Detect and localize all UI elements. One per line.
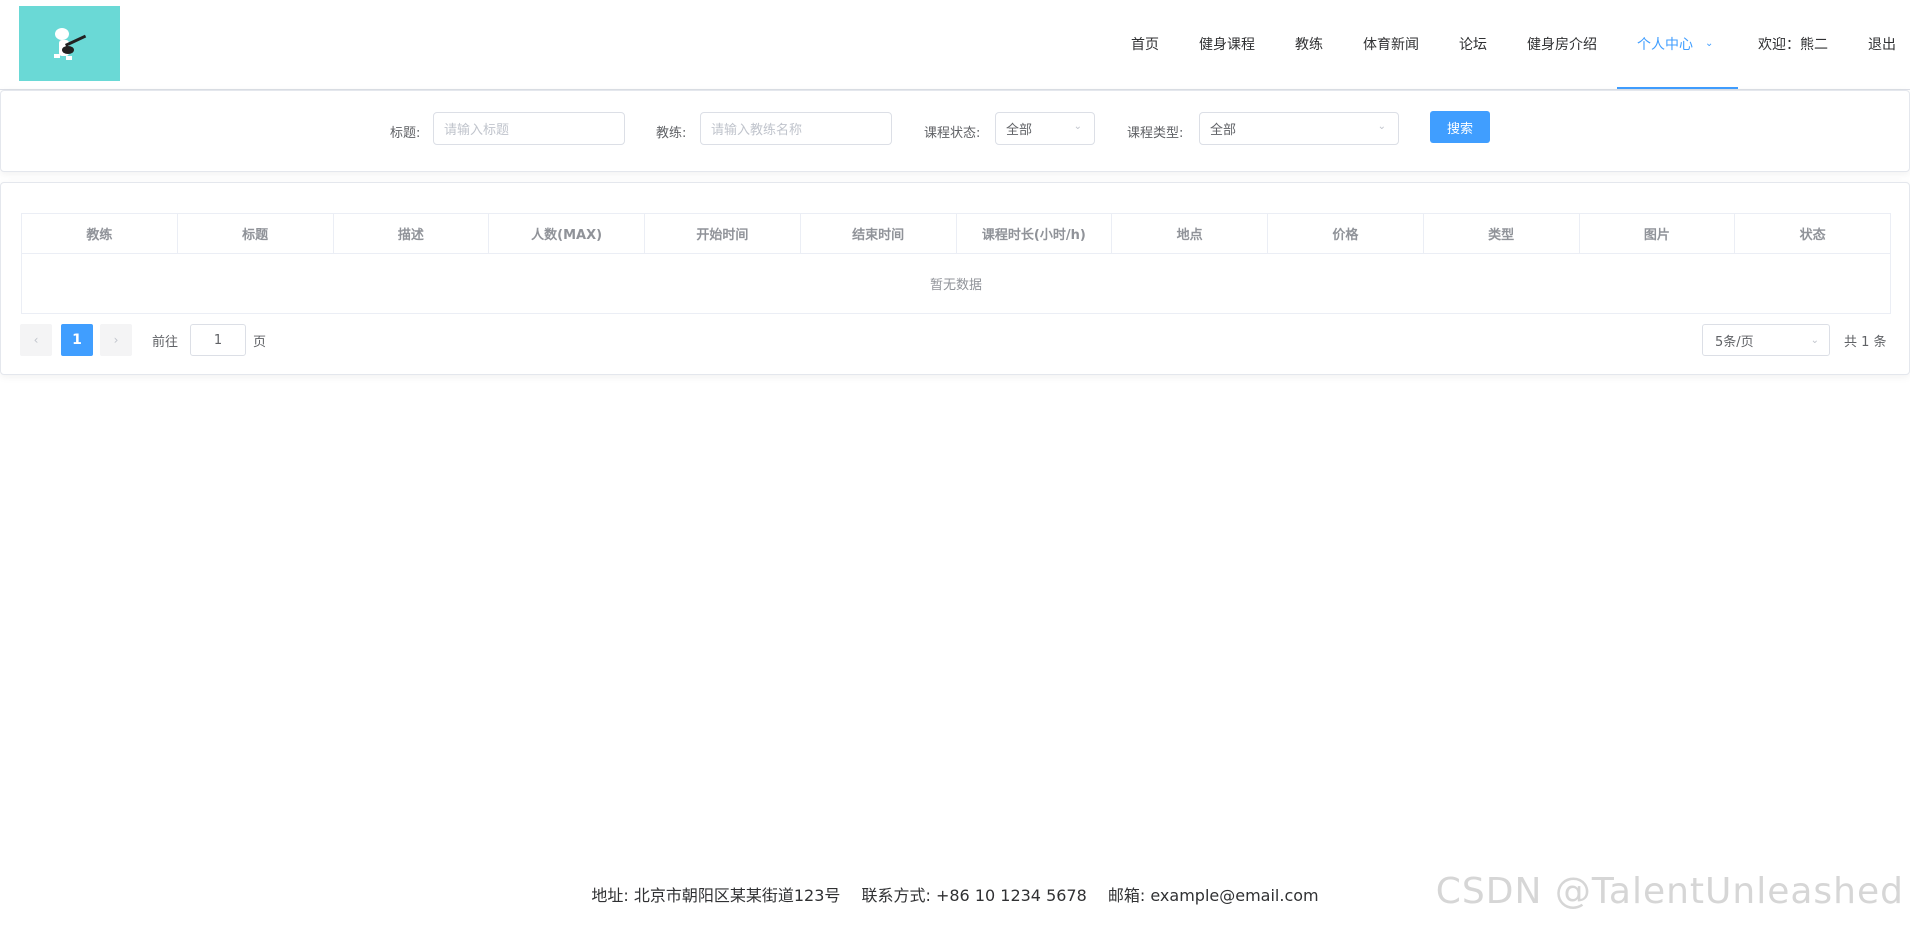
main-nav: 首页 健身课程 教练 体育新闻 论坛 健身房介绍 个人中心 ⌄ 欢迎：熊二 退出 (1111, 0, 1910, 89)
guitar-figure-icon (53, 27, 86, 60)
prev-page-button[interactable]: ‹ (20, 324, 52, 356)
page-size-select[interactable]: 5条/页 ⌄ (1702, 324, 1830, 356)
column-header: 开始时间 (645, 214, 801, 253)
course-table-panel: 教练 标题 描述 人数(MAX) 开始时间 结束时间 课程时长(小时/h) 地点… (0, 182, 1910, 375)
column-header: 地点 (1112, 214, 1268, 253)
nav-coaches[interactable]: 教练 (1275, 0, 1343, 89)
footer-email: 邮箱: example@email.com (1107, 886, 1319, 905)
nav-fitness-courses[interactable]: 健身课程 (1179, 0, 1275, 89)
total-count: 共 1 条 (1844, 335, 1887, 350)
title-input[interactable]: 请输入标题 (433, 112, 625, 145)
coach-label: 教练: (656, 126, 687, 141)
footer-address: 地址: 北京市朝阳区某某街道123号 (591, 886, 841, 905)
course-status-select[interactable]: 全部 ⌄ (995, 112, 1095, 145)
chevron-left-icon: ‹ (33, 333, 39, 347)
nav-gym-intro[interactable]: 健身房介绍 (1507, 0, 1617, 89)
next-page-button[interactable]: › (100, 324, 132, 356)
page-number-button[interactable]: 1 (61, 324, 93, 356)
chevron-down-icon: ⌄ (1377, 121, 1386, 132)
column-header: 教练 (22, 214, 178, 253)
column-header: 图片 (1580, 214, 1736, 253)
nav-sports-news[interactable]: 体育新闻 (1343, 0, 1439, 89)
chevron-down-icon: ⌄ (1810, 334, 1819, 346)
course-type-label: 课程类型: (1127, 126, 1184, 141)
chevron-down-icon: ⌄ (1073, 121, 1082, 132)
nav-welcome-user[interactable]: 欢迎：熊二 (1738, 0, 1848, 89)
nav-home[interactable]: 首页 (1111, 0, 1179, 89)
empty-state-text: 暂无数据 (929, 278, 982, 293)
nav-logout[interactable]: 退出 (1848, 0, 1910, 89)
column-header: 结束时间 (801, 214, 957, 253)
column-header: 价格 (1268, 214, 1424, 253)
chevron-right-icon: › (113, 333, 119, 347)
site-logo[interactable] (19, 6, 120, 81)
nav-personal-center[interactable]: 个人中心 ⌄ (1617, 0, 1738, 89)
coach-input[interactable]: 请输入教练名称 (700, 112, 892, 145)
title-label: 标题: (390, 126, 421, 141)
column-header: 课程时长(小时/h) (957, 214, 1113, 253)
chevron-down-icon: ⌄ (1705, 38, 1714, 49)
column-header: 标题 (178, 214, 334, 253)
course-status-label: 课程状态: (924, 126, 981, 141)
course-table: 教练 标题 描述 人数(MAX) 开始时间 结束时间 课程时长(小时/h) 地点… (21, 213, 1891, 314)
column-header: 状态 (1799, 228, 1826, 243)
top-header: 首页 健身课程 教练 体育新闻 论坛 健身房介绍 个人中心 ⌄ 欢迎：熊二 退出 (0, 0, 1910, 90)
column-header: 描述 (334, 214, 490, 253)
course-type-select[interactable]: 全部 ⌄ (1199, 112, 1399, 145)
nav-forum[interactable]: 论坛 (1439, 0, 1507, 89)
goto-label: 前往 (152, 335, 179, 350)
watermark: CSDN @TalentUnleashed (1435, 871, 1904, 912)
search-button[interactable]: 搜索 (1430, 111, 1490, 143)
column-header: 类型 (1424, 214, 1580, 253)
search-panel: 标题: 请输入标题 教练: 请输入教练名称 课程状态: 全部 ⌄ 课程类型: 全… (0, 90, 1910, 172)
table-header: 教练 标题 描述 人数(MAX) 开始时间 结束时间 课程时长(小时/h) 地点… (22, 214, 1890, 254)
footer-contact: 联系方式: +86 10 1234 5678 (861, 886, 1087, 905)
goto-page-input[interactable]: 1 (190, 324, 246, 356)
page-unit-label: 页 (253, 335, 267, 350)
column-header: 人数(MAX) (489, 214, 645, 253)
